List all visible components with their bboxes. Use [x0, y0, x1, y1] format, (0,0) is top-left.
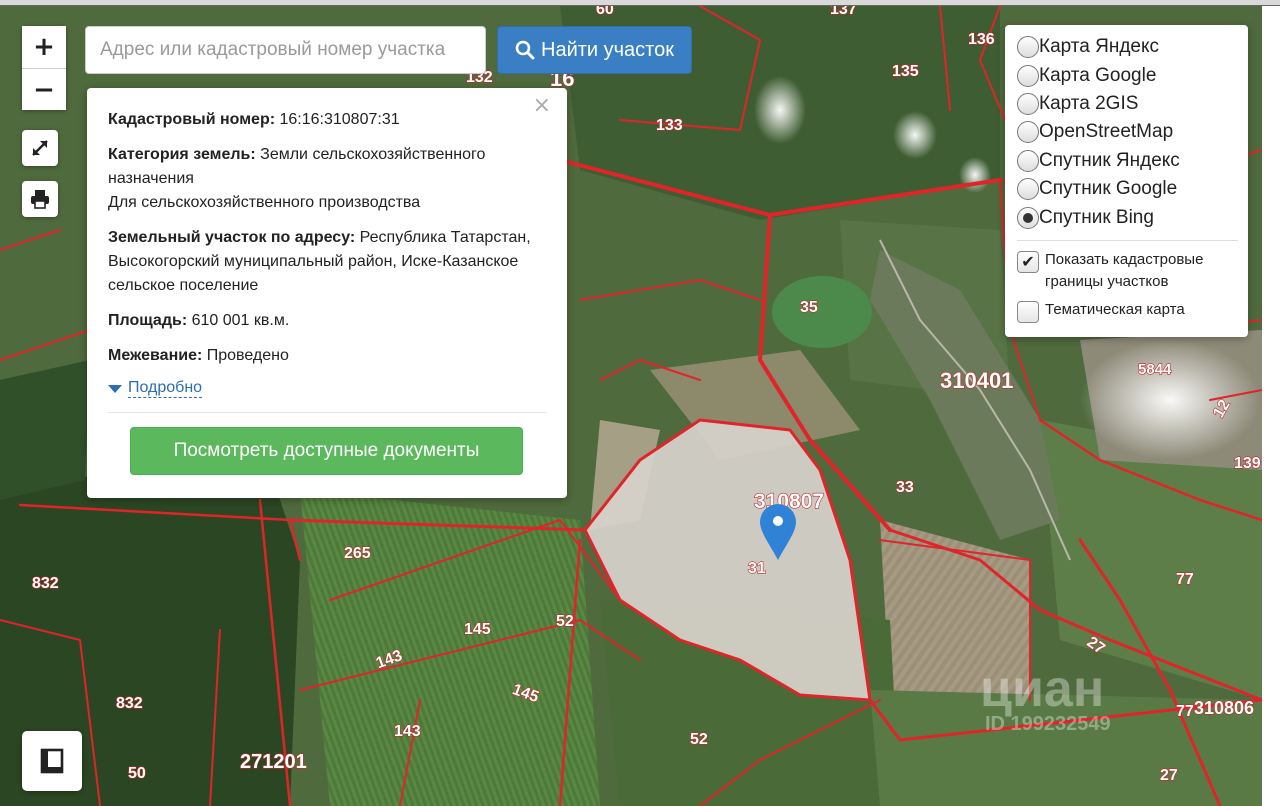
address-row: Земельный участок по адресу: Республика … [108, 226, 547, 298]
caret-down-icon [108, 384, 122, 393]
search-button[interactable]: Найти участок [497, 26, 692, 74]
area-value: 610 001 кв.м. [191, 312, 290, 329]
cadastral-number-row: Кадастровый номер: 16:16:310807:31 [108, 108, 547, 132]
land-usage-value: Для сельскохозяйственного производства [108, 194, 421, 211]
cadastral-number-label: Кадастровый номер: [108, 111, 276, 128]
cloud [1080, 340, 1260, 460]
top-border [0, 0, 1280, 6]
layer-radio[interactable] [1017, 178, 1039, 201]
search-icon [515, 40, 535, 60]
legend-book-icon [40, 748, 64, 774]
base-layer-options: Карта Яндекс Карта Google Карта 2GIS OpenSt… [1017, 33, 1238, 232]
layer-option[interactable]: Карта Google [1017, 61, 1238, 89]
zoom-out-button[interactable]: − [22, 68, 66, 110]
survey-label: Межевание: [108, 347, 203, 364]
parcel-label: 832 [32, 575, 59, 592]
layer-radio[interactable] [1017, 121, 1039, 144]
layer-radio[interactable] [1017, 36, 1039, 59]
thematic-map-label: Тематическая карта [1045, 300, 1185, 318]
parcel-label: 265 [344, 545, 371, 562]
parcel-label: 35 [800, 299, 818, 316]
watermark: циан ID 199232549 [980, 660, 1111, 735]
survey-row: Межевание: Проведено [108, 344, 547, 368]
area-row: Площадь: 610 001 кв.м. [108, 309, 547, 333]
thematic-map-checkbox[interactable] [1017, 300, 1039, 323]
land-category-label: Категория земель: [108, 146, 256, 163]
search-button-label: Найти участок [541, 38, 674, 61]
layers-divider [1017, 239, 1238, 241]
zoom-control: + − [22, 26, 66, 110]
show-boundaries-checkbox[interactable]: ✔ [1017, 250, 1039, 273]
parcel-label: 136 [968, 31, 995, 48]
parcel-label: 52 [690, 731, 708, 748]
parcel-label: 139 [1234, 455, 1261, 472]
layer-option-label: OpenStreetMap [1039, 121, 1174, 143]
watermark-id: ID 199232549 [985, 713, 1111, 735]
watermark-brand: циан [980, 660, 1104, 718]
layer-radio[interactable] [1017, 206, 1039, 229]
cadastral-number-value: 16:16:310807:31 [279, 111, 400, 128]
parcel-label: 5844 [1138, 361, 1172, 378]
layer-option[interactable]: Спутник Bing [1017, 203, 1238, 231]
details-link[interactable]: Подробно [128, 379, 203, 398]
land-category-row: Категория земель: Земли сельскохозяйстве… [108, 143, 547, 215]
parcel-label: 135 [892, 63, 919, 80]
parcel-info-popup: × Кадастровый номер: 16:16:310807:31 Кат… [87, 88, 567, 498]
legend-button[interactable] [22, 731, 82, 791]
thematic-map-option[interactable]: Тематическая карта [1017, 299, 1238, 323]
layer-option-label: Спутник Bing [1039, 206, 1154, 228]
layer-option[interactable]: Спутник Яндекс [1017, 147, 1238, 175]
layer-option[interactable]: Спутник Google [1017, 175, 1238, 203]
field-area [300, 490, 600, 806]
details-toggle[interactable]: Подробно [108, 379, 547, 398]
printer-icon [31, 190, 49, 209]
parcel-label: 145 [464, 621, 491, 638]
show-boundaries-label: Показать кадастровые границы участков [1045, 250, 1204, 290]
parcel-label: 133 [656, 117, 683, 134]
pond [772, 276, 872, 348]
layer-option-label: Спутник Google [1039, 178, 1178, 200]
show-boundaries-option[interactable]: ✔ Показать кадастровые границы участков [1017, 249, 1238, 293]
close-icon[interactable]: × [533, 94, 551, 118]
layer-option[interactable]: Карта Яндекс [1017, 33, 1238, 61]
address-label: Земельный участок по адресу: [108, 229, 356, 246]
parcel-label: 50 [128, 765, 146, 782]
layer-radio[interactable] [1017, 64, 1039, 87]
parcel-label: 31 [748, 560, 766, 577]
view-documents-button[interactable]: Посмотреть доступные документы [130, 427, 523, 475]
parcel-label: 77 [1176, 703, 1194, 720]
parcel-label: 310806 [1194, 698, 1254, 718]
layer-radio[interactable] [1017, 149, 1039, 172]
layer-radio[interactable] [1017, 92, 1039, 115]
popup-divider [108, 412, 547, 413]
parcel-label: 271201 [240, 751, 307, 773]
search-input[interactable] [85, 26, 486, 74]
cloud [893, 111, 937, 159]
parcel-label: 310401 [940, 368, 1013, 393]
parcel-label: 27 [1160, 767, 1178, 784]
right-edge-strip [1262, 6, 1280, 806]
parcel-label: 52 [556, 613, 574, 630]
zoom-in-button[interactable]: + [22, 26, 66, 68]
cloud [959, 157, 991, 193]
expand-icon [32, 140, 48, 156]
print-button[interactable] [22, 181, 58, 217]
layer-option-label: Карта 2GIS [1039, 92, 1139, 114]
layer-option-label: Карта Google [1039, 64, 1157, 86]
layer-option[interactable]: OpenStreetMap [1017, 118, 1238, 146]
parcel-label: 832 [116, 695, 143, 712]
layer-option[interactable]: Карта 2GIS [1017, 90, 1238, 118]
cloud [754, 76, 806, 144]
fullscreen-button[interactable] [22, 130, 58, 166]
map-layers-panel: Карта Яндекс Карта Google Карта 2GIS OpenSt… [1005, 25, 1248, 337]
area-label: Площадь: [108, 312, 188, 329]
parcel-label: 143 [394, 723, 421, 740]
parcel-label: 33 [896, 479, 914, 496]
survey-value: Проведено [206, 347, 289, 364]
layer-option-label: Спутник Яндекс [1039, 149, 1180, 171]
forest-area [0, 360, 90, 500]
parcel-label: 77 [1176, 571, 1194, 588]
layer-option-label: Карта Яндекс [1039, 36, 1160, 58]
